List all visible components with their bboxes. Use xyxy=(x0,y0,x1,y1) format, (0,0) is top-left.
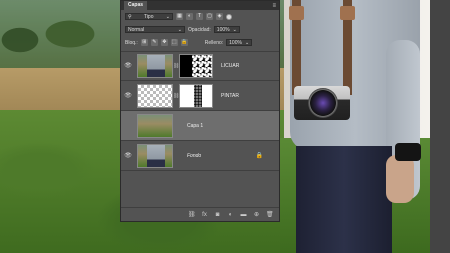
type-filter-icon[interactable]: T xyxy=(196,13,203,20)
search-icon: ⚲ xyxy=(128,13,132,20)
workspace-edge xyxy=(430,0,450,253)
strap-buckle-left xyxy=(289,6,304,20)
layers-panel: Capas ≡ ⚲ Tipo ⌄ ▦ ◐ T ▢ ◈ Normal ⌄ Opac… xyxy=(120,0,280,222)
pixel-filter-icon[interactable]: ▦ xyxy=(176,13,183,20)
lock-icon: 🔒 xyxy=(255,153,263,159)
blend-mode-value: Normal xyxy=(128,26,145,33)
eye-icon[interactable]: 👁 xyxy=(123,62,133,69)
panel-footer: ⛓ fx ◙ ◐ ▬ ⊕ 🗑 xyxy=(121,207,279,221)
strap-buckle-right xyxy=(340,6,355,20)
fill-label: Relleno: xyxy=(204,39,224,46)
layer-thumbnail[interactable] xyxy=(137,83,173,108)
person-watch xyxy=(395,143,421,161)
camera-lens xyxy=(308,88,338,118)
lock-row: Bloq.: ⊞ ✎ ✥ ⬚ 🔒 Relleno: 100% ⌄ xyxy=(121,36,279,49)
filter-toggle[interactable] xyxy=(226,13,232,20)
layer-name[interactable]: Fondo xyxy=(187,153,201,159)
layer-thumbnail[interactable] xyxy=(137,113,173,138)
layer-mask-thumbnail[interactable] xyxy=(179,53,213,78)
layer-row-selected[interactable]: Capa 1 xyxy=(121,111,279,141)
fill-value: 100% xyxy=(229,39,242,46)
chevron-down-icon: ⌄ xyxy=(177,26,182,33)
person-hand xyxy=(386,155,414,203)
layer-name[interactable]: Capa 1 xyxy=(187,123,203,129)
folder-icon[interactable]: ▬ xyxy=(240,212,247,218)
layer-thumbnail[interactable] xyxy=(137,53,173,78)
fx-icon[interactable]: fx xyxy=(201,212,208,218)
adjustment-filter-icon[interactable]: ◐ xyxy=(186,13,193,20)
mask-icon[interactable]: ◙ xyxy=(214,212,221,218)
layer-row[interactable]: 👁 ⛓ PINTAR xyxy=(121,81,279,111)
layer-row[interactable]: 👁 Fondo 🔒 xyxy=(121,141,279,171)
eye-icon[interactable]: 👁 xyxy=(123,152,133,159)
lock-all-icon[interactable]: 🔒 xyxy=(180,39,188,46)
panel-tabbar: Capas ≡ xyxy=(121,1,279,10)
opacity-field[interactable]: 100% ⌄ xyxy=(213,26,240,33)
filter-kind-dropdown[interactable]: ⚲ Tipo ⌄ xyxy=(125,13,173,20)
hamburger-menu-icon[interactable]: ≡ xyxy=(272,3,276,9)
new-layer-icon[interactable]: ⊕ xyxy=(253,211,260,218)
fill-field[interactable]: 100% ⌄ xyxy=(226,39,253,46)
chevron-down-icon: ⌄ xyxy=(244,39,250,46)
blend-row: Normal ⌄ Opacidad: 100% ⌄ xyxy=(121,23,279,36)
chevron-down-icon: ⌄ xyxy=(165,13,170,20)
trash-icon[interactable]: 🗑 xyxy=(266,211,274,218)
blend-mode-dropdown[interactable]: Normal ⌄ xyxy=(125,26,185,33)
filter-kind-label: Tipo xyxy=(143,13,154,20)
tab-layers[interactable]: Capas xyxy=(124,1,148,10)
layer-thumbnail[interactable] xyxy=(137,143,173,168)
adjustment-icon[interactable]: ◐ xyxy=(227,212,234,218)
shape-filter-icon[interactable]: ▢ xyxy=(206,13,213,20)
filter-row: ⚲ Tipo ⌄ ▦ ◐ T ▢ ◈ xyxy=(121,10,279,23)
layer-name[interactable]: PINTAR xyxy=(221,93,239,99)
lock-label: Bloq.: xyxy=(125,39,138,46)
link-icon[interactable]: ⛓ xyxy=(188,211,196,218)
lock-transparent-icon[interactable]: ⊞ xyxy=(140,39,148,46)
person-jeans xyxy=(296,146,392,253)
eye-icon[interactable]: 👁 xyxy=(123,92,133,99)
chevron-down-icon: ⌄ xyxy=(232,26,237,33)
smart-object-filter-icon[interactable]: ◈ xyxy=(216,13,223,20)
lock-image-icon[interactable]: ✎ xyxy=(150,39,158,46)
lock-artboard-icon[interactable]: ⬚ xyxy=(170,39,178,46)
layer-row[interactable]: 👁 ⛓ LICUAR xyxy=(121,51,279,81)
layer-list: 👁 ⛓ LICUAR 👁 ⛓ PINTAR Capa 1 👁 Fondo 🔒 xyxy=(121,51,279,171)
lock-position-icon[interactable]: ✥ xyxy=(160,39,168,46)
layer-mask-thumbnail[interactable] xyxy=(179,83,213,108)
opacity-value: 100% xyxy=(216,26,230,33)
layer-name[interactable]: LICUAR xyxy=(221,63,239,69)
opacity-label: Opacidad: xyxy=(188,26,211,33)
